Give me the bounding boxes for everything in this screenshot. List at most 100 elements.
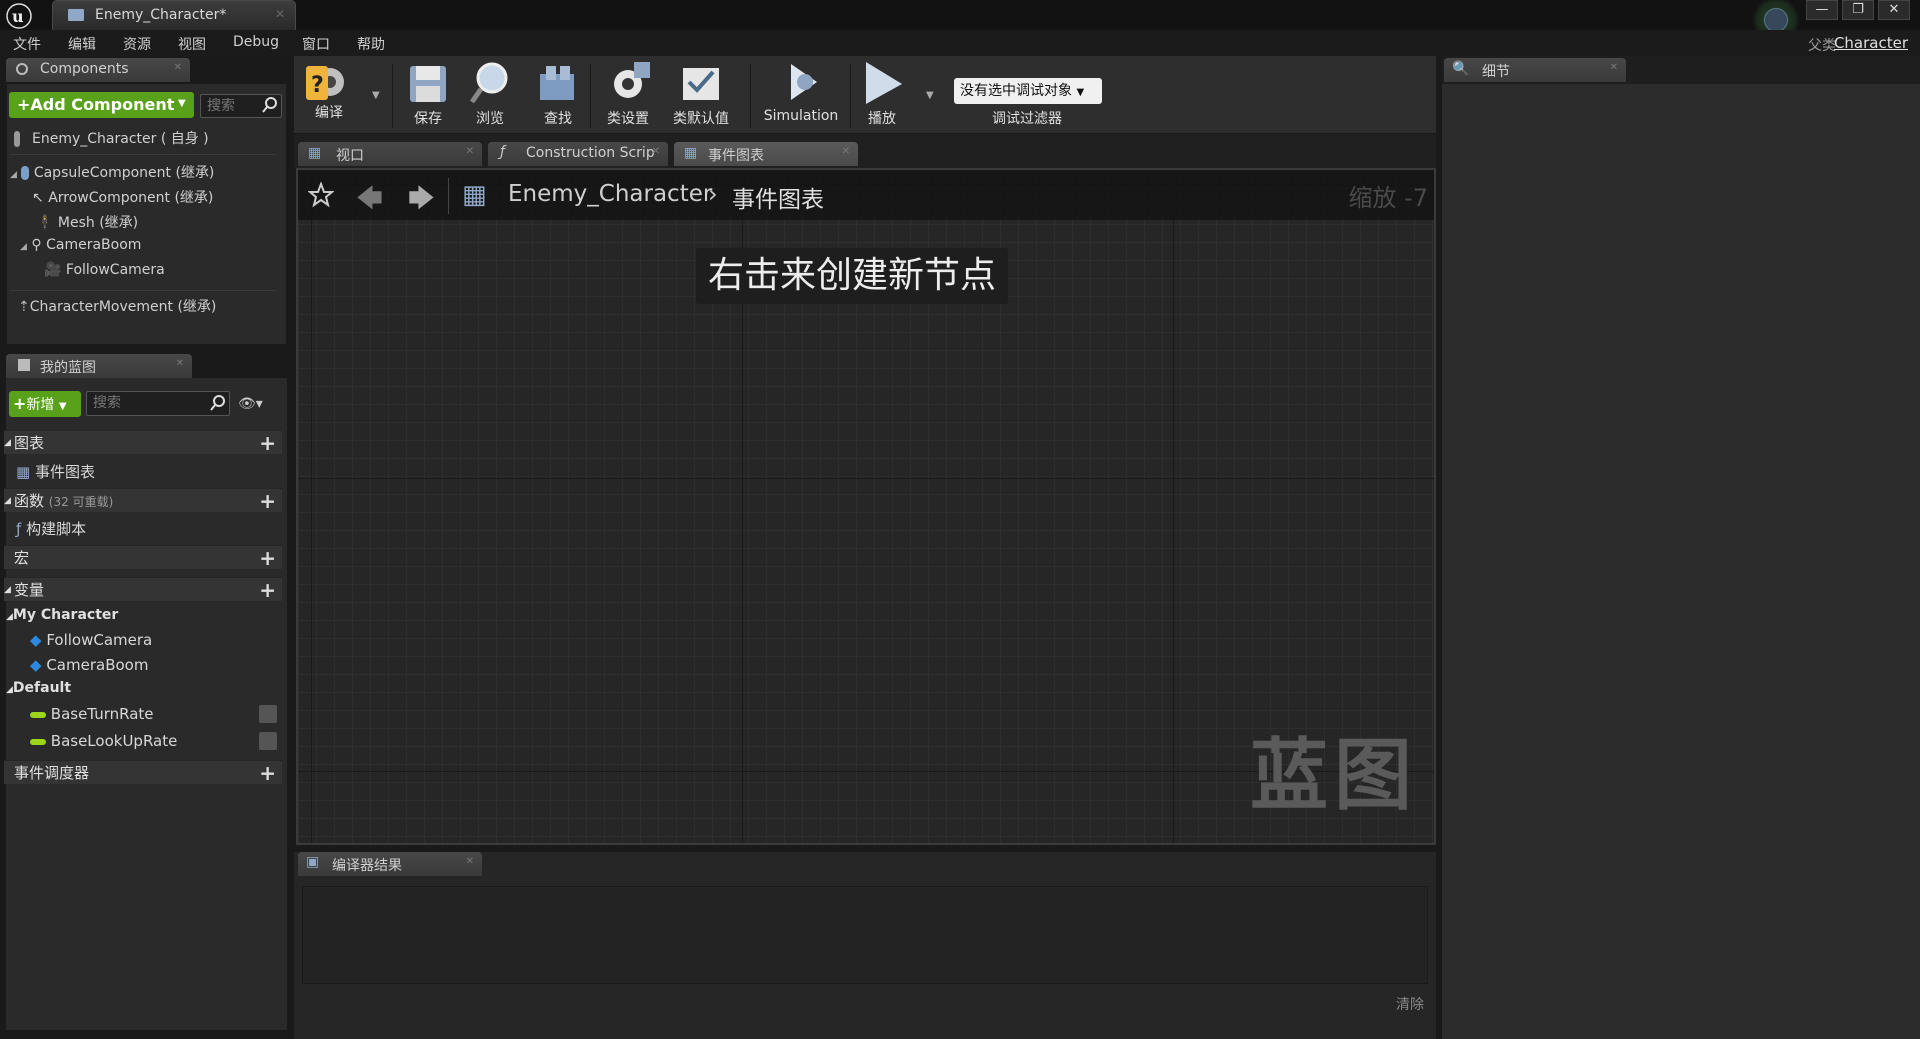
save-button[interactable]: 保存 (400, 60, 456, 128)
eye-icon[interactable]: 👁▾ (238, 396, 263, 412)
close-icon[interactable]: ✕ (466, 856, 474, 867)
variable-label: BaseTurnRate (50, 705, 154, 723)
compiler-log (302, 886, 1428, 984)
restore-icon[interactable]: ❐ (1842, 0, 1874, 20)
graph-canvas[interactable]: 🡄 🡆 ▦ Enemy_Character › 事件图表 缩放 -7 右击来创建… (296, 168, 1436, 845)
variable-baseturnrate[interactable]: BaseTurnRate (30, 705, 154, 723)
find-button[interactable]: 查找 (530, 60, 586, 128)
add-component-button[interactable]: +Add Component (9, 92, 194, 118)
section-variables[interactable]: ◢ 变量 + (4, 577, 282, 602)
menu-file[interactable]: 文件 (13, 34, 41, 54)
close-icon[interactable]: ✕ (174, 62, 182, 73)
compile-button[interactable]: ? 编译 (300, 60, 358, 122)
breadcrumb-current: 事件图表 (732, 187, 824, 213)
event-graph-icon: ▦ (684, 145, 698, 161)
class-settings-button[interactable]: 类设置 (598, 60, 658, 128)
var-group-default[interactable]: ◢Default (6, 680, 71, 696)
function-icon: ƒ (500, 144, 505, 160)
class-settings-icon (614, 62, 650, 98)
section-graphs-label: 图表 (14, 434, 45, 452)
unreal-logo-icon[interactable]: u (6, 3, 32, 29)
section-macros-label: 宏 (14, 549, 30, 567)
graph-item-event-graph[interactable]: ▦ 事件图表 (16, 461, 95, 482)
star-icon[interactable] (308, 182, 334, 208)
tab-construction-script[interactable]: ƒ Construction Scrip ✕ (488, 142, 668, 166)
menu-edit[interactable]: 编辑 (68, 34, 96, 54)
section-functions[interactable]: ◢ 函数 (32 可重载) + (4, 488, 282, 513)
menu-help[interactable]: 帮助 (357, 34, 385, 54)
tree-item-followcamera[interactable]: 🎥 FollowCamera (44, 262, 165, 278)
add-variable-icon[interactable]: + (259, 578, 276, 602)
section-macros[interactable]: 宏 + (4, 545, 282, 570)
tree-item-cameraboom[interactable]: ◢ ⚲ CameraBoom (20, 237, 141, 253)
browse-button[interactable]: 浏览 (462, 60, 518, 128)
graph-watermark: 蓝图 (1249, 731, 1418, 821)
forward-arrow-icon[interactable]: 🡆 (408, 180, 435, 224)
class-defaults-icon (683, 68, 719, 100)
tree-item-capsule[interactable]: ◢ CapsuleComponent (继承) (10, 162, 214, 182)
breadcrumb-root[interactable]: Enemy_Character (508, 181, 712, 207)
blueprint-icon (67, 7, 85, 23)
tab-viewport[interactable]: ▦ 视口 ✕ (298, 142, 482, 166)
close-window-icon[interactable]: ✕ (1878, 0, 1910, 20)
clear-button[interactable]: 清除 (1396, 994, 1424, 1014)
my-blueprint-search-input[interactable]: 搜索 (86, 391, 230, 416)
tab-my-blueprint[interactable]: 我的蓝图 ✕ (6, 354, 192, 378)
close-icon[interactable]: ✕ (842, 146, 850, 157)
divider (448, 178, 449, 214)
close-icon[interactable]: ✕ (1610, 62, 1618, 73)
add-new-label: 新增 (26, 397, 55, 413)
add-function-icon[interactable]: + (259, 489, 276, 513)
variable-followcamera[interactable]: ◆ FollowCamera (30, 631, 152, 649)
add-dispatcher-icon[interactable]: + (259, 761, 276, 785)
chevron-down-icon: ▼ (178, 98, 186, 109)
toolbar-separator (590, 64, 591, 128)
event-graph-icon: ▦ (16, 463, 31, 481)
menu-debug[interactable]: Debug (233, 34, 279, 50)
tab-event-graph[interactable]: ▦ 事件图表 ✕ (674, 142, 858, 166)
tree-item-movement[interactable]: ⇡CharacterMovement (继承) (18, 296, 216, 316)
variable-cameraboom[interactable]: ◆ CameraBoom (30, 656, 148, 674)
close-icon[interactable]: ✕ (275, 7, 285, 21)
var-group-my-character[interactable]: ◢My Character (6, 607, 118, 623)
close-icon[interactable]: ✕ (176, 358, 184, 369)
menu-view[interactable]: 视图 (178, 34, 206, 54)
tree-item-label: ArrowComponent (继承) (48, 190, 214, 206)
section-event-dispatchers[interactable]: 事件调度器 + (4, 760, 282, 785)
close-icon[interactable]: ✕ (652, 146, 660, 157)
class-defaults-button[interactable]: 类默认值 (666, 60, 736, 128)
tab-details[interactable]: 🔍 细节 ✕ (1444, 58, 1626, 82)
visibility-toggle[interactable] (259, 705, 277, 723)
menu-window[interactable]: 窗口 (302, 34, 330, 54)
add-new-button[interactable]: +新增 ▼ (9, 391, 81, 417)
visibility-toggle[interactable] (259, 732, 277, 750)
tab-compiler-results[interactable]: ▣ 编译器结果 ✕ (298, 852, 482, 876)
debug-object-select[interactable]: 没有选中调试对象 ▼ (954, 78, 1102, 104)
tab-components[interactable]: Components ✕ (6, 58, 190, 82)
function-item-construction-script[interactable]: ƒ 构建脚本 (16, 518, 86, 539)
browse-label: 浏览 (476, 111, 504, 127)
simulation-button[interactable]: Simulation (754, 60, 848, 124)
section-graphs[interactable]: ◢ 图表 + (4, 430, 282, 455)
add-graph-icon[interactable]: + (259, 431, 276, 455)
add-macro-icon[interactable]: + (259, 546, 276, 570)
tree-item-mesh[interactable]: 🕴 Mesh (继承) (36, 212, 138, 232)
close-icon[interactable]: ✕ (466, 146, 474, 157)
toolbar-separator (392, 64, 393, 128)
movement-icon: ⇡ (18, 299, 30, 315)
component-self-row[interactable]: Enemy_Character ( 自身 ) (14, 128, 209, 148)
minimize-icon[interactable]: — (1806, 0, 1838, 20)
play-button[interactable]: 播放 (854, 60, 910, 128)
section-dispatchers-label: 事件调度器 (14, 764, 90, 782)
tab-viewport-label: 视口 (336, 148, 364, 164)
spring-arm-icon: ⚲ (31, 237, 42, 253)
document-tab[interactable]: Enemy_Character* ✕ (52, 0, 296, 30)
compiler-tab-label: 编译器结果 (332, 858, 402, 874)
chevron-down-icon[interactable]: ▼ (926, 90, 934, 101)
back-arrow-icon[interactable]: 🡄 (356, 180, 383, 224)
chevron-down-icon[interactable]: ▼ (372, 90, 380, 101)
menu-asset[interactable]: 资源 (123, 34, 151, 54)
parent-class-link[interactable]: Character (1834, 34, 1908, 52)
variable-baselookuprate[interactable]: BaseLookUpRate (30, 732, 177, 750)
tree-item-arrow[interactable]: ↖ ArrowComponent (继承) (32, 187, 213, 207)
